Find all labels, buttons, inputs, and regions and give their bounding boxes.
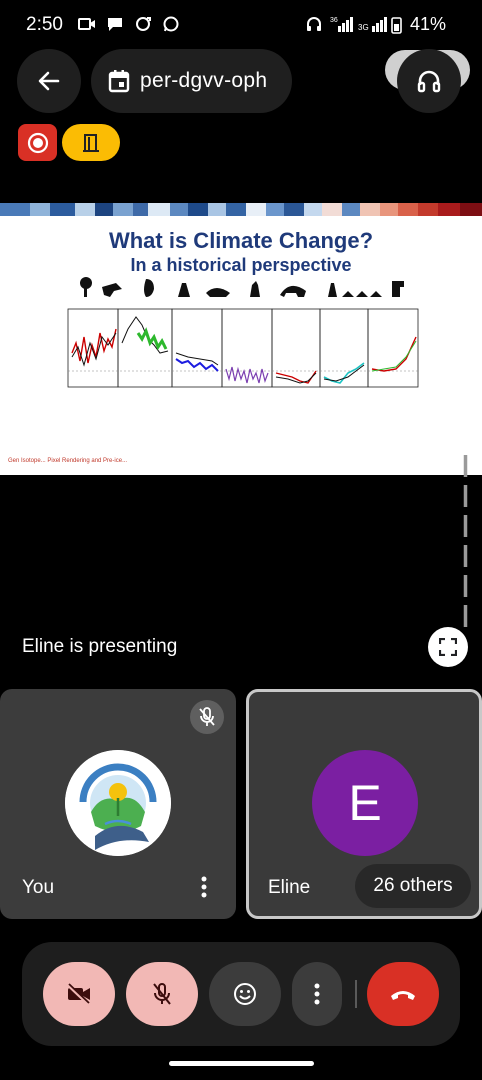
mic-off-icon (199, 707, 215, 726)
signal-icon: 36 3G (330, 17, 402, 34)
meeting-code: per-dgvv-oph (140, 69, 268, 92)
signal-label-1: 36 (330, 17, 338, 24)
video-icon (78, 18, 95, 30)
fullscreen-icon (439, 638, 457, 656)
environmental-hub-logo (65, 750, 171, 856)
arrow-left-icon (38, 71, 60, 91)
tile-you-label: You (22, 877, 55, 898)
headphones-icon (417, 70, 441, 93)
door-icon (83, 133, 99, 152)
refresh-message-icon (136, 17, 151, 31)
slide-reference: Gen Isotope... Pixel Rendering and Pre-i… (8, 458, 128, 464)
controls-divider (355, 980, 357, 1008)
climate-history-figure (67, 277, 419, 388)
filmstrip-scrollbar[interactable] (463, 455, 468, 630)
more-vertical-icon (201, 876, 207, 898)
avatar-initial: E (312, 750, 418, 856)
tile-eline-label: Eline (268, 877, 311, 898)
presentation-slide: What is Climate Change? In a historical … (0, 203, 482, 475)
home-indicator[interactable] (169, 1061, 314, 1066)
meeting-code-pill[interactable]: per-dgvv-oph (91, 49, 292, 113)
back-button[interactable] (17, 49, 81, 113)
slide-title: What is Climate Change? (108, 228, 374, 253)
whatsapp-icon (163, 16, 179, 32)
others-count-button[interactable]: 26 others (355, 864, 471, 908)
mic-off-icon (153, 983, 171, 1005)
presenting-label: Eline is presenting (22, 636, 178, 657)
tile-you-more-button[interactable] (192, 872, 216, 902)
camera-toggle-button[interactable] (43, 962, 115, 1026)
door-badge[interactable] (62, 124, 120, 161)
status-bar: 2:50 36 3G 41% (0, 0, 482, 48)
mic-toggle-button[interactable] (126, 962, 198, 1026)
fullscreen-button[interactable] (428, 627, 468, 667)
end-call-button[interactable] (367, 962, 439, 1026)
battery-percent: 41% (410, 14, 447, 34)
hang-up-icon (391, 991, 415, 1000)
camera-off-icon (66, 983, 90, 1005)
more-options-button[interactable] (292, 962, 342, 1026)
headset-status-icon (307, 17, 321, 31)
record-icon (27, 132, 48, 153)
emoji-icon (234, 983, 256, 1005)
audio-output-button[interactable] (397, 49, 461, 113)
warming-stripes (0, 203, 482, 216)
avatar (65, 750, 171, 856)
reactions-button[interactable] (209, 962, 281, 1026)
chat-icon (108, 18, 122, 31)
mic-muted-badge (190, 700, 224, 734)
signal-label-2: 3G (358, 23, 369, 32)
recording-badge[interactable] (18, 124, 57, 161)
more-vertical-icon (314, 983, 320, 1005)
status-time: 2:50 (26, 14, 63, 35)
calendar-icon (108, 70, 130, 93)
